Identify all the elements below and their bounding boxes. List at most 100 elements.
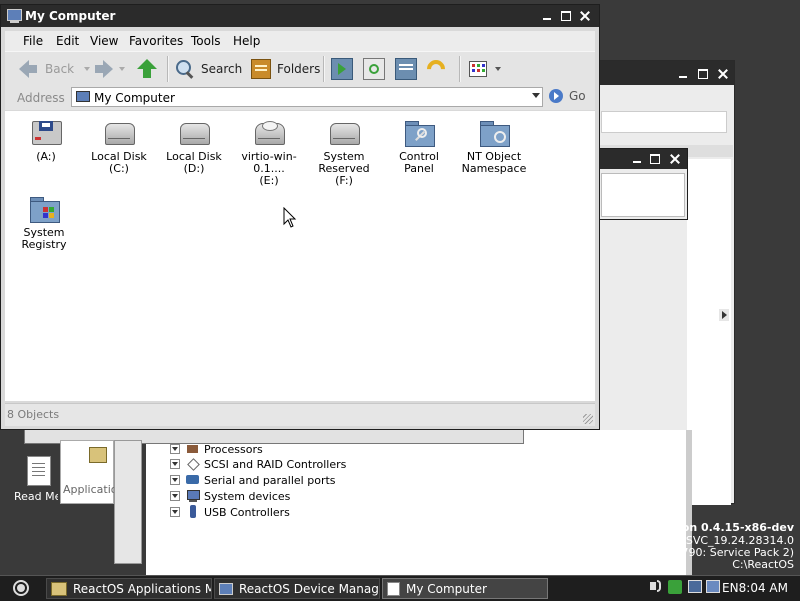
drive-d[interactable]: Local Disk (D:) xyxy=(155,117,233,175)
readme-desktop-icon[interactable]: Read Me xyxy=(14,456,64,503)
hard-disk-icon xyxy=(328,117,360,149)
folders-icon xyxy=(251,59,271,79)
menu-favorites[interactable]: Favorites xyxy=(129,34,183,48)
control-panel[interactable]: Control Panel xyxy=(380,117,458,175)
move-to-icon xyxy=(331,58,353,80)
maximize-button[interactable] xyxy=(647,151,663,167)
close-button[interactable] xyxy=(577,8,593,24)
item-label: Control Panel xyxy=(399,150,439,175)
task-device-manager[interactable]: ReactOS Device Manager xyxy=(214,578,380,599)
go-button[interactable]: Go xyxy=(549,89,586,103)
status-bar: 8 Objects xyxy=(5,403,595,426)
forward-arrow-icon xyxy=(103,60,113,78)
minimize-button[interactable] xyxy=(675,66,691,82)
system-registry[interactable]: System Registry xyxy=(5,193,83,251)
item-label: Local Disk (C:) xyxy=(91,150,147,175)
undo-icon xyxy=(423,56,449,82)
copy-to-button[interactable] xyxy=(363,57,385,81)
expand-toggle[interactable] xyxy=(170,459,180,469)
properties-dialog-window[interactable] xyxy=(596,148,688,220)
app-manager-icon xyxy=(51,581,67,596)
menu-tools[interactable]: Tools xyxy=(191,34,221,48)
move-to-button[interactable] xyxy=(331,57,353,81)
drive-f[interactable]: System Reserved (F:) xyxy=(305,117,383,187)
resize-grip-icon[interactable] xyxy=(583,414,593,424)
window-title: My Computer xyxy=(25,9,116,23)
processor-icon xyxy=(186,442,200,456)
usb-icon xyxy=(186,505,200,519)
volume-icon[interactable] xyxy=(650,582,656,590)
delete-button[interactable] xyxy=(395,57,417,81)
expand-toggle[interactable] xyxy=(170,491,180,501)
forward-button[interactable] xyxy=(95,57,125,81)
menu-view[interactable]: View xyxy=(90,34,118,48)
clock[interactable]: 8:04 AM xyxy=(739,581,788,595)
close-button[interactable] xyxy=(715,66,731,82)
nt-object-namespace[interactable]: NT Object Namespace xyxy=(455,117,533,175)
window-titlebar[interactable]: My Computer xyxy=(1,5,599,27)
tree-item-processors[interactable]: Processors xyxy=(170,441,263,457)
drive-c[interactable]: Local Disk (C:) xyxy=(80,117,158,175)
expand-toggle[interactable] xyxy=(170,475,180,485)
chevron-down-icon xyxy=(84,67,91,71)
close-button[interactable] xyxy=(667,151,683,167)
language-indicator[interactable]: EN xyxy=(722,581,739,595)
maximize-button[interactable] xyxy=(558,8,574,24)
tree-item-usb[interactable]: USB Controllers xyxy=(170,504,290,520)
cd-drive-icon xyxy=(253,117,285,149)
nt-namespace-folder-icon xyxy=(478,117,510,149)
menu-help[interactable]: Help xyxy=(233,34,260,48)
computer-icon-stand xyxy=(10,21,19,23)
back-button[interactable]: Back xyxy=(19,57,91,81)
views-button[interactable] xyxy=(469,57,501,81)
floppy-drive-icon xyxy=(30,117,62,149)
folders-button[interactable]: Folders xyxy=(251,57,320,81)
menu-bar: File Edit View Favorites Tools Help xyxy=(5,31,595,51)
maximize-button[interactable] xyxy=(695,66,711,82)
task-applications-manager[interactable]: ReactOS Applications Man... xyxy=(46,578,212,599)
application-panel: Application xyxy=(60,440,124,504)
display-icon[interactable] xyxy=(706,580,720,593)
drive-a[interactable]: (A:) xyxy=(7,117,85,163)
item-label: NT Object Namespace xyxy=(461,150,527,175)
hard-disk-icon xyxy=(178,117,210,149)
reactos-logo-icon xyxy=(13,580,29,596)
delete-icon xyxy=(395,58,417,80)
menu-file[interactable]: File xyxy=(23,34,43,48)
port-icon xyxy=(186,473,200,487)
search-button[interactable]: Search xyxy=(175,57,242,81)
expand-toggle[interactable] xyxy=(170,507,180,517)
back-arrow-icon xyxy=(19,60,29,78)
my-computer-window[interactable]: My Computer File Edit View Favorites Too… xyxy=(0,4,600,430)
mouse-cursor-icon xyxy=(283,207,297,228)
menu-edit[interactable]: Edit xyxy=(56,34,79,48)
undo-button[interactable] xyxy=(423,56,449,82)
tree-item-scsi[interactable]: SCSI and RAID Controllers xyxy=(170,456,346,472)
expand-toggle[interactable] xyxy=(170,444,180,454)
address-dropdown-icon[interactable] xyxy=(532,93,540,98)
version-line-4: C:\ReactOS xyxy=(732,558,794,571)
tree-item-system-devices[interactable]: System devices xyxy=(170,488,290,504)
taskbar: ReactOS Applications Man... ReactOS Devi… xyxy=(0,575,800,601)
go-arrow-icon xyxy=(549,89,563,103)
safely-remove-hardware-icon[interactable] xyxy=(668,580,682,594)
up-folder-button[interactable] xyxy=(137,57,157,81)
network-icon[interactable] xyxy=(688,580,702,593)
copy-to-icon xyxy=(363,58,385,80)
drive-e[interactable]: virtio-win-0.1.... (E:) xyxy=(230,117,308,187)
item-label: System Reserved (F:) xyxy=(318,150,370,187)
minimize-button[interactable] xyxy=(539,8,555,24)
computer-icon xyxy=(219,582,233,595)
scroll-right-arrow[interactable] xyxy=(719,309,729,321)
address-value: My Computer xyxy=(94,91,175,105)
address-input[interactable]: My Computer xyxy=(71,87,543,107)
item-label: System Registry xyxy=(21,226,67,251)
tree-item-ports[interactable]: Serial and parallel ports xyxy=(170,472,336,488)
readme-label: Read Me xyxy=(14,490,58,503)
task-my-computer[interactable]: My Computer xyxy=(382,578,548,599)
start-button[interactable] xyxy=(4,578,38,599)
search-icon xyxy=(175,59,195,79)
volume-wave-icon xyxy=(657,580,661,592)
minimize-button[interactable] xyxy=(629,151,645,167)
file-list-view[interactable]: (A:) Local Disk (C:) Local Disk (D:) vir… xyxy=(5,111,595,401)
